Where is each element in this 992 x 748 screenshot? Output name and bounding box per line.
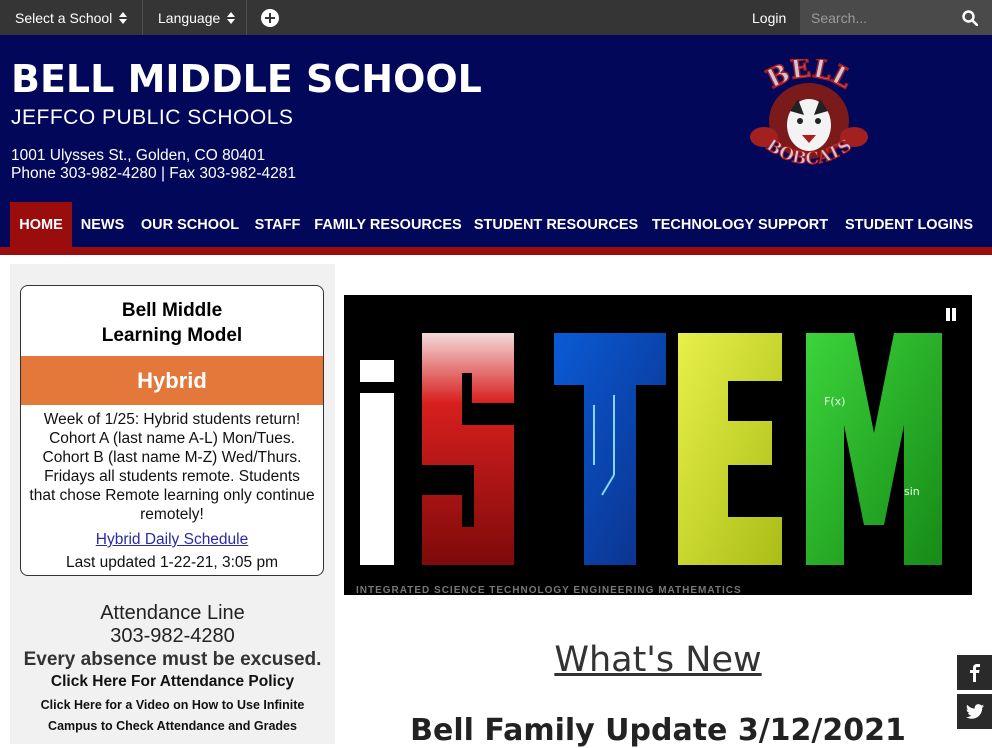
facebook-button[interactable]	[957, 655, 992, 690]
nav-family-resources[interactable]: FAMILY RESOURCES	[308, 202, 468, 247]
svg-text:sin: sin	[904, 485, 920, 498]
address-line: 1001 Ulysses St., Golden, CO 80401	[11, 147, 266, 164]
learning-model-badge: Hybrid	[21, 356, 323, 405]
divider	[246, 0, 247, 35]
twitter-button[interactable]	[957, 694, 992, 729]
select-school-label: Select a School	[15, 9, 113, 26]
svg-text:F(x): F(x)	[824, 395, 845, 408]
whats-new-heading[interactable]: What's New	[344, 640, 972, 680]
login-link[interactable]: Login	[752, 0, 786, 35]
language-label: Language	[158, 9, 221, 26]
video-link-line1: Click Here for a Video on How to Use Inf…	[40, 698, 305, 712]
hybrid-schedule-link[interactable]: Hybrid Daily Schedule	[21, 531, 323, 549]
nav-staff[interactable]: STAFF	[247, 202, 308, 247]
site-header: BELL MIDDLE SCHOOL JEFFCO PUBLIC SCHOOLS…	[0, 35, 992, 202]
nav-home[interactable]: HOME	[10, 202, 72, 247]
school-name[interactable]: BELL MIDDLE SCHOOL	[11, 57, 482, 101]
phone-line: Phone 303-982-4280 | Fax 303-982-4281	[11, 165, 296, 182]
attendance-title: Attendance Line	[100, 602, 245, 624]
district-name: JEFFCO PUBLIC SCHOOLS	[11, 106, 294, 129]
hero-caption: INTEGRATED SCIENCE TECHNOLOGY ENGINEERIN…	[356, 585, 742, 595]
sidebar: Bell Middle Learning Model Hybrid Week o…	[10, 264, 335, 744]
facebook-icon	[969, 663, 980, 682]
search-input[interactable]	[800, 0, 955, 35]
language-dropdown[interactable]: Language	[158, 0, 236, 35]
search-icon[interactable]	[962, 10, 978, 26]
utility-bar: Select a School Language Login	[0, 0, 992, 35]
learning-model-card: Bell Middle Learning Model Hybrid Week o…	[20, 285, 324, 576]
divider	[142, 0, 143, 35]
infinite-campus-video-link[interactable]: Click Here for a Video on How to Use Inf…	[10, 695, 335, 737]
last-updated: Last updated 1-22-21, 3:05 pm	[66, 554, 278, 571]
news-headline[interactable]: Bell Family Update 3/12/2021	[344, 713, 972, 748]
main-nav: HOME NEWS OUR SCHOOL STAFF FAMILY RESOUR…	[0, 202, 992, 255]
login-label: Login	[752, 9, 787, 26]
learning-model-description: Week of 1/25: Hybrid students return! Co…	[29, 411, 315, 523]
card-title: Bell Middle Learning Model	[21, 298, 323, 348]
updown-arrows-icon	[227, 11, 236, 24]
attendance-policy-link[interactable]: Click Here For Attendance Policy	[10, 673, 335, 691]
nav-news[interactable]: NEWS	[72, 202, 133, 247]
nav-student-resources[interactable]: STUDENT RESOURCES	[468, 202, 644, 247]
nav-our-school[interactable]: OUR SCHOOL	[133, 202, 247, 247]
plus-circle-icon	[261, 8, 279, 27]
card-title-line2: Learning Model	[101, 325, 243, 346]
istem-banner-image: F(x) sin	[360, 333, 942, 565]
updown-arrows-icon	[119, 11, 128, 24]
attendance-excused-note: Every absence must be excused.	[23, 649, 322, 670]
card-title-line1: Bell Middle	[121, 300, 223, 321]
more-schools-button[interactable]	[261, 0, 279, 35]
nav-technology-support[interactable]: TECHNOLOGY SUPPORT	[644, 202, 836, 247]
search-form	[800, 0, 992, 35]
select-school-dropdown[interactable]: Select a School	[15, 0, 128, 35]
contact-info: 1001 Ulysses St., Golden, CO 80401 Phone…	[11, 147, 296, 183]
twitter-icon	[965, 704, 984, 719]
hero-slideshow[interactable]: F(x) sin INTEGRATED SCIENCE TECHNOLOGY E…	[344, 295, 972, 595]
nav-student-logins[interactable]: STUDENT LOGINS	[836, 202, 982, 247]
attendance-phone: 303-982-4280	[110, 625, 235, 647]
bobcat-logo[interactable]: BELL BOBCATS	[738, 59, 880, 177]
video-link-line2: Campus to Check Attendance and Grades	[48, 719, 297, 733]
pause-icon[interactable]	[945, 308, 957, 321]
